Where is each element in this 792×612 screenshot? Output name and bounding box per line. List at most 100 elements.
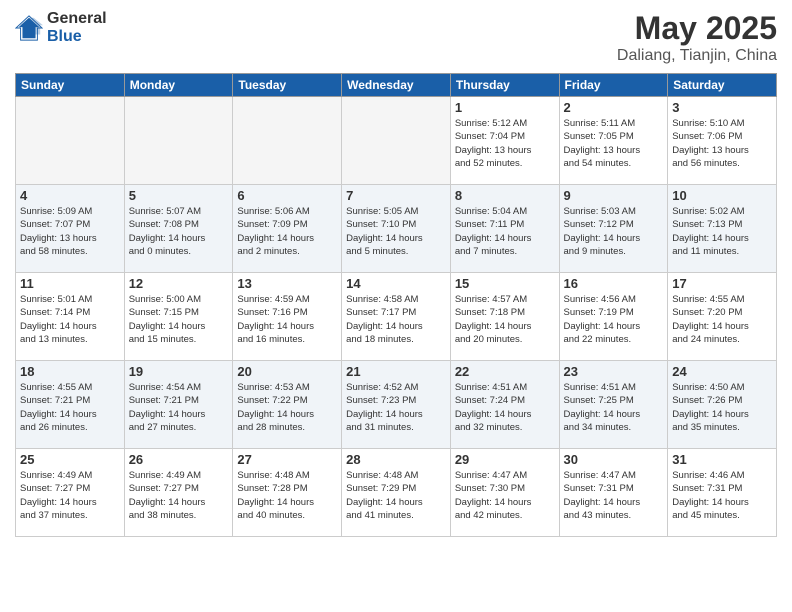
calendar-cell: 11Sunrise: 5:01 AMSunset: 7:14 PMDayligh… bbox=[16, 273, 125, 361]
calendar-cell bbox=[16, 97, 125, 185]
weekday-header: Friday bbox=[559, 74, 668, 97]
day-number: 17 bbox=[672, 276, 772, 291]
day-number: 27 bbox=[237, 452, 337, 467]
weekday-header: Tuesday bbox=[233, 74, 342, 97]
calendar-cell: 24 Sunrise: 4:50 AMSunset: 7:26 PMDayligh… bbox=[668, 361, 777, 449]
day-info: Sunrise: 4:57 AMSunset: 7:18 PMDaylight:… bbox=[455, 293, 555, 346]
day-number: 26 bbox=[129, 452, 229, 467]
calendar-cell: 22 Sunrise: 4:51 AMSunset: 7:24 PMDayligh… bbox=[450, 361, 559, 449]
day-number: 6 bbox=[237, 188, 337, 203]
day-info: Sunrise: 4:47 AMSunset: 7:31 PMDaylight:… bbox=[564, 469, 664, 522]
day-info: Sunrise: 5:05 AMSunset: 7:10 PMDaylight:… bbox=[346, 205, 446, 258]
day-number: 25 bbox=[20, 452, 120, 467]
day-info: Sunrise: 4:47 AMSunset: 7:30 PMDaylight:… bbox=[455, 469, 555, 522]
calendar-cell: 4 Sunrise: 5:09 AMSunset: 7:07 PMDaylight… bbox=[16, 185, 125, 273]
subtitle: Daliang, Tianjin, China bbox=[617, 47, 777, 65]
day-number: 20 bbox=[237, 364, 337, 379]
day-number: 8 bbox=[455, 188, 555, 203]
calendar-cell: 25 Sunrise: 4:49 AMSunset: 7:27 PMDayligh… bbox=[16, 449, 125, 537]
calendar-cell: 8 Sunrise: 5:04 AMSunset: 7:11 PMDaylight… bbox=[450, 185, 559, 273]
day-info: Sunrise: 4:51 AMSunset: 7:24 PMDaylight:… bbox=[455, 381, 555, 434]
calendar-cell bbox=[342, 97, 451, 185]
day-number: 24 bbox=[672, 364, 772, 379]
calendar-cell: 6 Sunrise: 5:06 AMSunset: 7:09 PMDaylight… bbox=[233, 185, 342, 273]
calendar-cell: 13Sunrise: 4:59 AMSunset: 7:16 PMDayligh… bbox=[233, 273, 342, 361]
calendar-cell: 19 Sunrise: 4:54 AMSunset: 7:21 PMDayligh… bbox=[124, 361, 233, 449]
day-number: 22 bbox=[455, 364, 555, 379]
day-info: Sunrise: 4:48 AMSunset: 7:29 PMDaylight:… bbox=[346, 469, 446, 522]
day-info: Sunrise: 5:01 AMSunset: 7:14 PMDaylight:… bbox=[20, 293, 120, 346]
title-block: May 2025 Daliang, Tianjin, China bbox=[617, 10, 777, 65]
day-number: 1 bbox=[455, 100, 555, 115]
day-info: Sunrise: 5:07 AMSunset: 7:08 PMDaylight:… bbox=[129, 205, 229, 258]
calendar-week-row: 18Sunrise: 4:55 AMSunset: 7:21 PMDayligh… bbox=[16, 361, 777, 449]
day-info: Sunrise: 4:48 AMSunset: 7:28 PMDaylight:… bbox=[237, 469, 337, 522]
day-info: Sunrise: 5:02 AMSunset: 7:13 PMDaylight:… bbox=[672, 205, 772, 258]
day-number: 14 bbox=[346, 276, 446, 291]
day-info: Sunrise: 4:51 AMSunset: 7:25 PMDaylight:… bbox=[564, 381, 664, 434]
weekday-header: Wednesday bbox=[342, 74, 451, 97]
day-info: Sunrise: 4:49 AMSunset: 7:27 PMDaylight:… bbox=[20, 469, 120, 522]
page: General Blue May 2025 Daliang, Tianjin, … bbox=[0, 0, 792, 612]
calendar-week-row: 25 Sunrise: 4:49 AMSunset: 7:27 PMDayligh… bbox=[16, 449, 777, 537]
day-number: 16 bbox=[564, 276, 664, 291]
calendar-cell: 21Sunrise: 4:52 AMSunset: 7:23 PMDayligh… bbox=[342, 361, 451, 449]
calendar-cell: 12 Sunrise: 5:00 AMSunset: 7:15 PMDayligh… bbox=[124, 273, 233, 361]
day-number: 29 bbox=[455, 452, 555, 467]
calendar-week-row: 1 Sunrise: 5:12 AMSunset: 7:04 PMDaylight… bbox=[16, 97, 777, 185]
logo-text: General Blue bbox=[47, 10, 107, 45]
day-info: Sunrise: 4:55 AMSunset: 7:20 PMDaylight:… bbox=[672, 293, 772, 346]
day-info: Sunrise: 5:09 AMSunset: 7:07 PMDaylight:… bbox=[20, 205, 120, 258]
day-info: Sunrise: 4:56 AMSunset: 7:19 PMDaylight:… bbox=[564, 293, 664, 346]
calendar-cell: 16 Sunrise: 4:56 AMSunset: 7:19 PMDayligh… bbox=[559, 273, 668, 361]
main-title: May 2025 bbox=[617, 10, 777, 47]
day-info: Sunrise: 4:46 AMSunset: 7:31 PMDaylight:… bbox=[672, 469, 772, 522]
day-number: 15 bbox=[455, 276, 555, 291]
calendar-cell: 30 Sunrise: 4:47 AMSunset: 7:31 PMDayligh… bbox=[559, 449, 668, 537]
calendar-cell: 17 Sunrise: 4:55 AMSunset: 7:20 PMDayligh… bbox=[668, 273, 777, 361]
logo-blue: Blue bbox=[47, 28, 107, 46]
calendar-cell bbox=[233, 97, 342, 185]
day-number: 13 bbox=[237, 276, 337, 291]
weekday-header: Sunday bbox=[16, 74, 125, 97]
calendar: SundayMondayTuesdayWednesdayThursdayFrid… bbox=[15, 73, 777, 537]
day-info: Sunrise: 4:54 AMSunset: 7:21 PMDaylight:… bbox=[129, 381, 229, 434]
logo: General Blue bbox=[15, 10, 107, 45]
day-number: 10 bbox=[672, 188, 772, 203]
logo-icon bbox=[15, 14, 43, 42]
calendar-cell: 14 Sunrise: 4:58 AMSunset: 7:17 PMDayligh… bbox=[342, 273, 451, 361]
calendar-cell: 26 Sunrise: 4:49 AMSunset: 7:27 PMDayligh… bbox=[124, 449, 233, 537]
header: General Blue May 2025 Daliang, Tianjin, … bbox=[15, 10, 777, 65]
calendar-cell: 28Sunrise: 4:48 AMSunset: 7:29 PMDayligh… bbox=[342, 449, 451, 537]
day-info: Sunrise: 5:11 AMSunset: 7:05 PMDaylight:… bbox=[564, 117, 664, 170]
day-info: Sunrise: 5:00 AMSunset: 7:15 PMDaylight:… bbox=[129, 293, 229, 346]
calendar-cell: 20Sunrise: 4:53 AMSunset: 7:22 PMDayligh… bbox=[233, 361, 342, 449]
day-info: Sunrise: 5:04 AMSunset: 7:11 PMDaylight:… bbox=[455, 205, 555, 258]
day-number: 30 bbox=[564, 452, 664, 467]
day-info: Sunrise: 5:12 AMSunset: 7:04 PMDaylight:… bbox=[455, 117, 555, 170]
calendar-cell: 3Sunrise: 5:10 AMSunset: 7:06 PMDaylight… bbox=[668, 97, 777, 185]
calendar-cell: 5 Sunrise: 5:07 AMSunset: 7:08 PMDaylight… bbox=[124, 185, 233, 273]
calendar-cell: 2 Sunrise: 5:11 AMSunset: 7:05 PMDaylight… bbox=[559, 97, 668, 185]
weekday-header: Monday bbox=[124, 74, 233, 97]
day-info: Sunrise: 4:58 AMSunset: 7:17 PMDaylight:… bbox=[346, 293, 446, 346]
day-number: 19 bbox=[129, 364, 229, 379]
day-info: Sunrise: 5:10 AMSunset: 7:06 PMDaylight:… bbox=[672, 117, 772, 170]
calendar-cell bbox=[124, 97, 233, 185]
day-number: 12 bbox=[129, 276, 229, 291]
calendar-cell: 31 Sunrise: 4:46 AMSunset: 7:31 PMDayligh… bbox=[668, 449, 777, 537]
day-number: 31 bbox=[672, 452, 772, 467]
day-number: 4 bbox=[20, 188, 120, 203]
day-info: Sunrise: 4:49 AMSunset: 7:27 PMDaylight:… bbox=[129, 469, 229, 522]
calendar-cell: 15 Sunrise: 4:57 AMSunset: 7:18 PMDayligh… bbox=[450, 273, 559, 361]
day-info: Sunrise: 4:50 AMSunset: 7:26 PMDaylight:… bbox=[672, 381, 772, 434]
day-info: Sunrise: 4:52 AMSunset: 7:23 PMDaylight:… bbox=[346, 381, 446, 434]
day-info: Sunrise: 5:03 AMSunset: 7:12 PMDaylight:… bbox=[564, 205, 664, 258]
day-number: 5 bbox=[129, 188, 229, 203]
day-number: 2 bbox=[564, 100, 664, 115]
calendar-header-row: SundayMondayTuesdayWednesdayThursdayFrid… bbox=[16, 74, 777, 97]
calendar-cell: 18Sunrise: 4:55 AMSunset: 7:21 PMDayligh… bbox=[16, 361, 125, 449]
day-info: Sunrise: 5:06 AMSunset: 7:09 PMDaylight:… bbox=[237, 205, 337, 258]
calendar-cell: 9Sunrise: 5:03 AMSunset: 7:12 PMDaylight… bbox=[559, 185, 668, 273]
calendar-cell: 7Sunrise: 5:05 AMSunset: 7:10 PMDaylight… bbox=[342, 185, 451, 273]
